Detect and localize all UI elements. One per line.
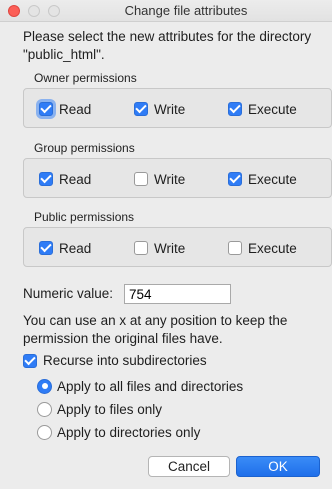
group-write-checkbox[interactable]: Write — [134, 170, 185, 188]
apply-all-radio[interactable]: Apply to all files and directories — [37, 377, 243, 395]
checkbox-checked-icon — [39, 172, 53, 186]
checkbox-unchecked-icon — [228, 241, 242, 255]
radio-unselected-icon — [37, 424, 52, 440]
apply-all-label: Apply to all files and directories — [57, 378, 244, 394]
apply-directories-label: Apply to directories only — [57, 424, 201, 440]
owner-execute-checkbox[interactable]: Execute — [228, 100, 297, 118]
public-permissions-group: Read Write Execute — [23, 227, 332, 267]
group-execute-label: Execute — [248, 171, 297, 187]
group-write-label: Write — [154, 171, 186, 187]
owner-permissions-label: Owner permissions — [34, 71, 137, 85]
owner-read-checkbox[interactable]: Read — [39, 100, 91, 118]
ok-button[interactable]: OK — [236, 456, 320, 477]
checkbox-unchecked-icon — [134, 172, 148, 186]
window-title: Change file attributes — [124, 3, 248, 18]
numeric-value-input[interactable] — [124, 284, 231, 304]
public-execute-label: Execute — [248, 240, 297, 256]
public-write-checkbox[interactable]: Write — [134, 239, 185, 257]
recurse-label: Recurse into subdirectories — [43, 353, 207, 368]
group-read-checkbox[interactable]: Read — [39, 170, 91, 188]
hint-text-line-1: You can use an x at any position to keep… — [23, 313, 288, 328]
owner-read-label: Read — [59, 101, 92, 117]
owner-execute-label: Execute — [248, 101, 297, 117]
owner-write-label: Write — [154, 101, 186, 117]
checkbox-checked-icon — [228, 102, 242, 116]
checkbox-checked-icon — [228, 172, 242, 186]
apply-directories-radio[interactable]: Apply to directories only — [37, 423, 200, 441]
public-permissions-label: Public permissions — [34, 210, 135, 224]
checkbox-unchecked-icon — [134, 241, 148, 255]
checkbox-checked-icon — [23, 353, 37, 368]
apply-files-radio[interactable]: Apply to files only — [37, 400, 162, 418]
numeric-value-label: Numeric value: — [23, 286, 114, 301]
owner-permissions-group: Read Write Execute — [23, 88, 332, 128]
public-write-label: Write — [154, 240, 186, 256]
title-bar: Change file attributes — [0, 0, 332, 22]
owner-write-checkbox[interactable]: Write — [134, 100, 185, 118]
hint-text-line-2: permission the original files have. — [23, 331, 223, 346]
cancel-button[interactable]: Cancel — [148, 456, 230, 477]
group-execute-checkbox[interactable]: Execute — [228, 170, 297, 188]
checkbox-checked-icon — [134, 102, 148, 116]
public-read-checkbox[interactable]: Read — [39, 239, 91, 257]
intro-text: Please select the new attributes for the… — [23, 29, 312, 62]
recurse-checkbox[interactable]: Recurse into subdirectories — [23, 353, 207, 368]
radio-selected-icon — [37, 378, 52, 394]
group-permissions-group: Read Write Execute — [23, 158, 332, 198]
public-read-label: Read — [59, 240, 92, 256]
checkbox-checked-icon — [39, 102, 53, 116]
public-execute-checkbox[interactable]: Execute — [228, 239, 297, 257]
group-read-label: Read — [59, 171, 92, 187]
apply-files-label: Apply to files only — [57, 401, 163, 417]
group-permissions-label: Group permissions — [34, 141, 135, 155]
checkbox-checked-icon — [39, 241, 53, 255]
radio-unselected-icon — [37, 401, 52, 417]
